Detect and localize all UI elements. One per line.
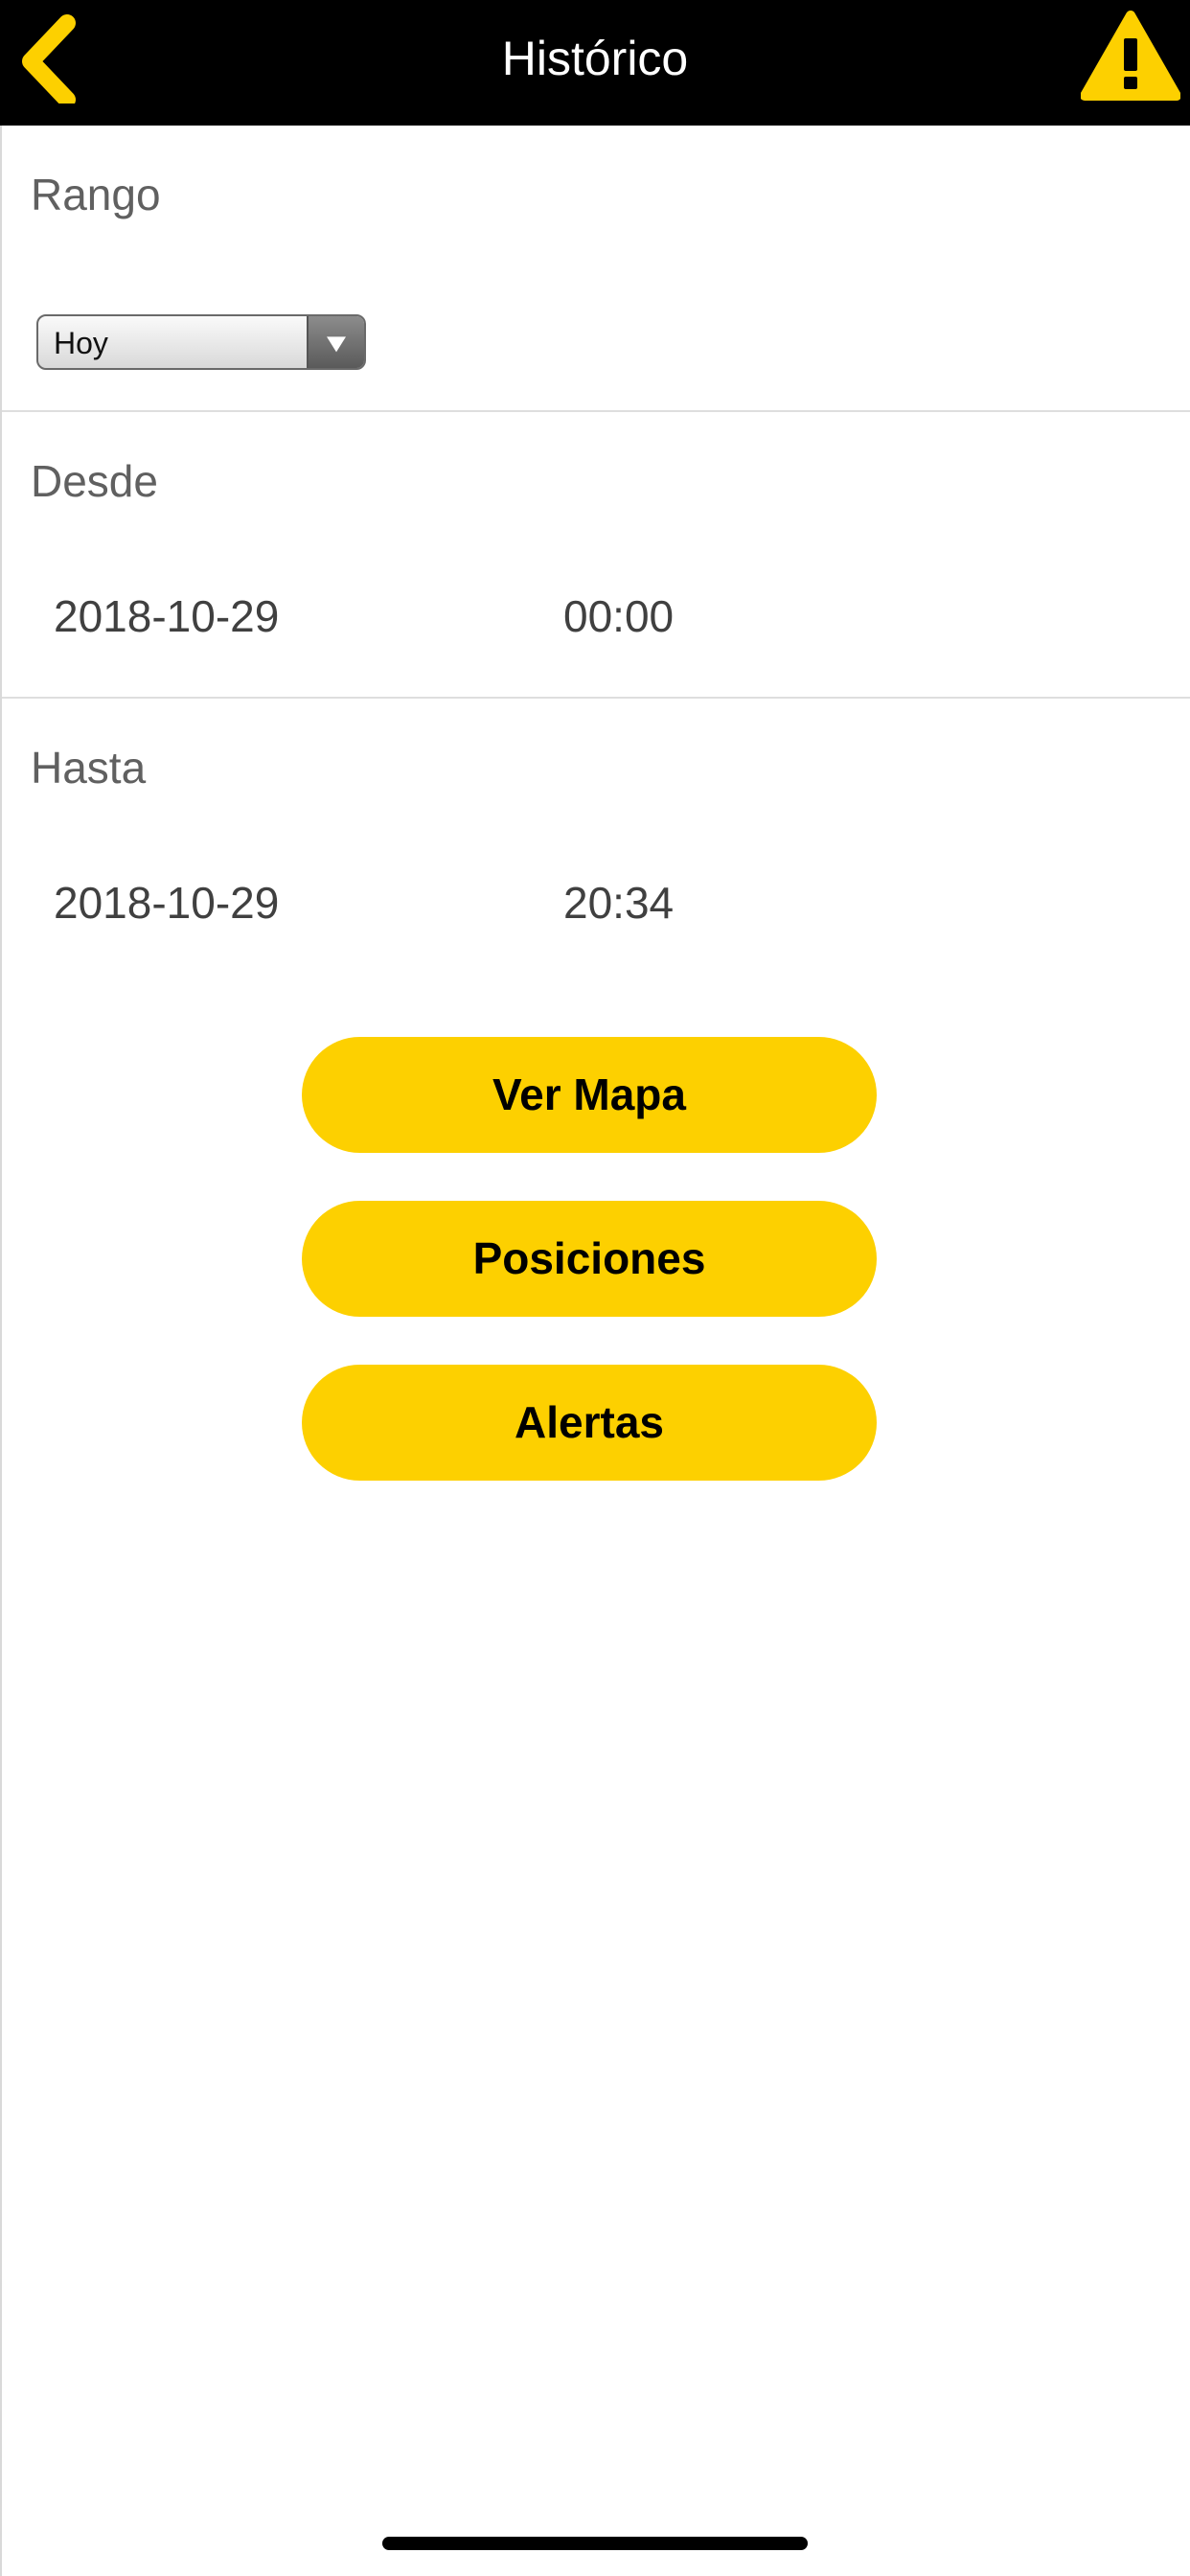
page-title: Histórico (501, 32, 689, 85)
to-date-field[interactable]: 2018-10-29 (54, 876, 279, 930)
history-form: Rango Hoy Desde 2018-10-29 00:00 Hasta 2… (0, 126, 1190, 2576)
range-label: Rango (31, 170, 161, 219)
to-section: Hasta 2018-10-29 20:34 (2, 699, 1190, 985)
from-time-field[interactable]: 00:00 (563, 589, 674, 643)
range-select[interactable]: Hoy (36, 314, 366, 370)
dropdown-button (307, 316, 364, 368)
top-bar: Histórico (0, 0, 1190, 126)
positions-button[interactable]: Posiciones (302, 1201, 877, 1317)
from-date-field[interactable]: 2018-10-29 (54, 589, 279, 643)
alerts-button[interactable] (1080, 10, 1181, 102)
chevron-down-icon (327, 336, 346, 353)
range-section: Rango Hoy (2, 126, 1190, 412)
to-time-field[interactable]: 20:34 (563, 876, 674, 930)
range-select-value: Hoy (54, 326, 108, 360)
home-indicator[interactable] (382, 2537, 808, 2550)
from-label: Desde (31, 456, 158, 506)
alerts-list-button[interactable]: Alertas (302, 1365, 877, 1481)
from-section: Desde 2018-10-29 00:00 (2, 412, 1190, 699)
view-map-button[interactable]: Ver Mapa (302, 1037, 877, 1153)
to-label: Hasta (31, 743, 147, 793)
warning-icon (1080, 11, 1181, 101)
